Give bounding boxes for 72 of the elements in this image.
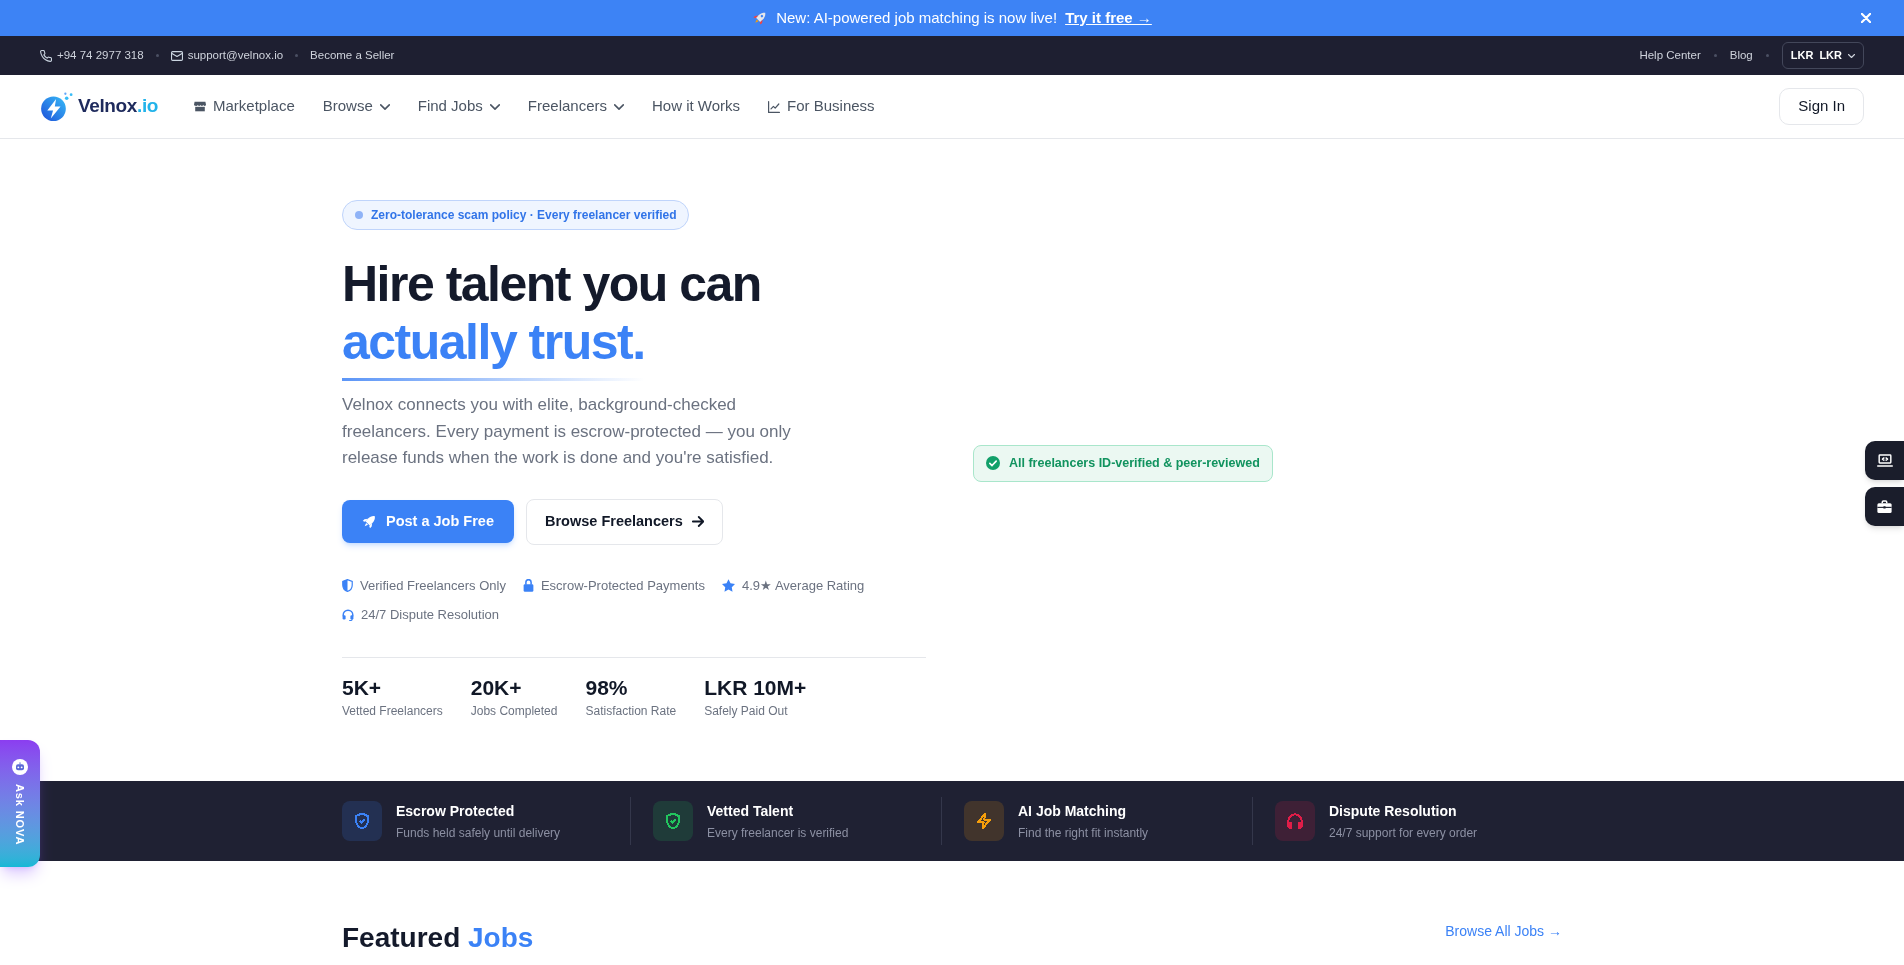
side-button[interactable] (1865, 441, 1904, 480)
post-job-button[interactable]: Post a Job Free (342, 500, 514, 543)
lock-icon (522, 579, 534, 592)
headset-icon (342, 608, 354, 621)
feature-title: Vetted Talent (707, 801, 795, 821)
nav-link[interactable]: For Business (768, 95, 875, 118)
trust-point: Verified Freelancers Only (360, 576, 506, 595)
logo-icon[interactable] (40, 91, 74, 122)
briefcase-icon (1877, 499, 1892, 514)
trust-point: 4.9★ Average Rating (741, 576, 865, 595)
stat-label: Jobs Completed (470, 702, 558, 719)
email-link[interactable]: support@velnox.io (187, 46, 284, 65)
rocket-icon (362, 514, 377, 529)
nav-link[interactable]: Browse (322, 95, 390, 118)
nav-link[interactable]: How it Works (652, 95, 741, 118)
nav-link[interactable]: Find Jobs (417, 95, 500, 118)
stat-value: 5K+ (342, 674, 383, 701)
stat-label: Vetted Freelancers (342, 702, 443, 719)
star-icon (721, 579, 735, 592)
headphones-icon (1275, 800, 1315, 841)
mail-icon (170, 50, 183, 61)
shield-icon (342, 579, 353, 592)
phone-icon (40, 49, 52, 62)
currency-dropdown[interactable]: LKR LKR (1781, 42, 1864, 69)
laptop-code-icon (1876, 454, 1893, 467)
browse-all-jobs-link[interactable]: Browse All Jobs → (1445, 920, 1562, 941)
chevron-down-icon (614, 103, 624, 110)
line-chart-icon (768, 100, 781, 113)
arrow-right-icon (691, 516, 704, 527)
stat-value: LKR 10M+ (704, 674, 807, 701)
feature-subtitle: 24/7 support for every order (1329, 824, 1478, 841)
nav-link[interactable]: Marketplace (194, 95, 295, 118)
logo-text[interactable]: Velnox.io (78, 92, 158, 121)
top-link[interactable]: Blog (1729, 46, 1753, 65)
verified-text: All freelancers ID-verified & peer-reviewed (1009, 454, 1260, 472)
dot-icon (355, 211, 363, 219)
try-free-link[interactable]: Try it free → (1065, 6, 1152, 30)
seller-link[interactable]: Become a Seller (310, 46, 395, 65)
nav-link[interactable]: Freelancers (527, 95, 624, 118)
feature-title: AI Job Matching (1018, 801, 1128, 821)
feature-title: Escrow Protected (396, 801, 516, 821)
feature-subtitle: Funds held safely until delivery (396, 824, 561, 841)
stat-label: Satisfaction Rate (585, 702, 677, 719)
shield-check-icon (653, 800, 693, 841)
trust-point: Escrow-Protected Payments (540, 576, 705, 595)
chevron-down-icon (379, 103, 390, 110)
lightning-bolt-icon (964, 800, 1004, 841)
browse-freelancers-button[interactable]: Browse Freelancers (526, 498, 723, 545)
feature-subtitle: Find the right fit instantly (1018, 824, 1149, 841)
chevron-down-icon (1848, 53, 1855, 58)
hero-description: Velnox connects you with elite, background-checked freelancers. Every payment is escrow-protected — you only release funds when the work is done and you're satisfied. (342, 394, 792, 469)
ask-assistant-tab[interactable]: Ask NOVA (0, 740, 40, 867)
feature-subtitle: Every freelancer is verified (707, 824, 849, 841)
close-icon[interactable] (1861, 13, 1871, 23)
shield-check-icon (342, 800, 382, 841)
top-link[interactable]: Help Center (1639, 46, 1701, 65)
phone-number[interactable]: +94 74 2977 318 (57, 46, 144, 65)
stat-label: Safely Paid Out (704, 702, 789, 719)
store-icon (194, 101, 206, 112)
policy-text: Zero-tolerance scam policy · Every freelancer verified (371, 207, 677, 224)
robot-icon (12, 759, 28, 775)
stat-value: 20K+ (470, 674, 523, 701)
trust-point: 24/7 Dispute Resolution (361, 605, 500, 624)
sign-in-button[interactable]: Sign In (1779, 88, 1864, 125)
section-heading: Featured Jobs (342, 920, 534, 955)
chevron-down-icon (489, 103, 500, 110)
hero-heading: Hire talent you can actually trust. (342, 255, 926, 381)
feature-title: Dispute Resolution (1329, 801, 1458, 821)
side-button[interactable] (1865, 487, 1904, 526)
announcement-text: New: AI-powered job matching is now live! (776, 7, 1058, 28)
stat-value: 98% (585, 674, 629, 701)
check-circle-icon (986, 456, 1000, 471)
